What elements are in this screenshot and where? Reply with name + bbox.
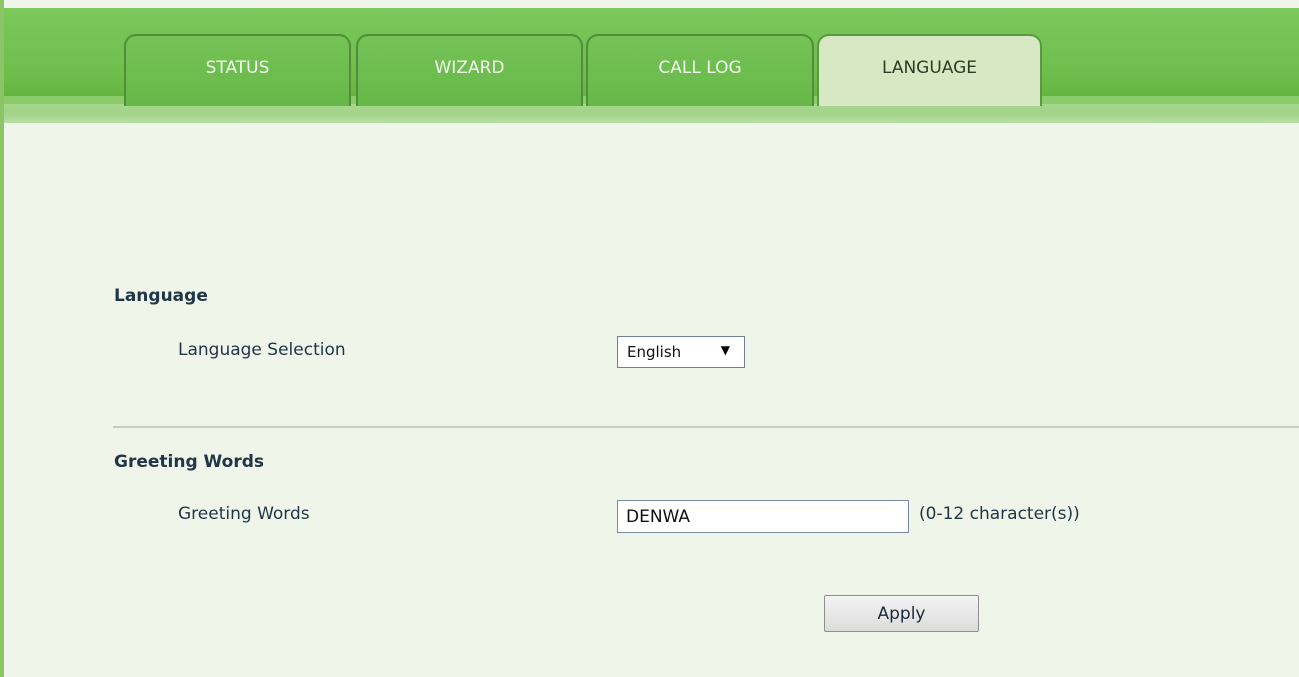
- tab-status-label: STATUS: [205, 58, 270, 78]
- language-select-value: English: [627, 343, 682, 361]
- tab-language[interactable]: LANGUAGE: [817, 34, 1042, 106]
- tab-call-log-label: CALL LOG: [658, 58, 742, 78]
- tab-status[interactable]: STATUS: [124, 34, 351, 106]
- greeting-words-hint: (0-12 character(s)): [919, 504, 1080, 524]
- tab-language-label: LANGUAGE: [881, 58, 978, 78]
- page-frame: STATUS WIZARD CALL LOG LANGUAGE Language…: [0, 0, 1299, 677]
- main-content: Language Language Selection English ▼ Gr…: [8, 123, 1299, 677]
- section-divider: [113, 426, 1299, 428]
- apply-button[interactable]: Apply: [824, 595, 979, 632]
- tab-call-log[interactable]: CALL LOG: [586, 34, 814, 106]
- tab-wizard[interactable]: WIZARD: [356, 34, 583, 106]
- language-select[interactable]: English ▼: [617, 336, 745, 368]
- greeting-section-title: Greeting Words: [114, 452, 265, 472]
- greeting-words-label: Greeting Words: [178, 504, 310, 524]
- language-selection-label: Language Selection: [178, 340, 346, 360]
- language-section-title: Language: [114, 286, 208, 306]
- triangle-down-icon: ▼: [720, 343, 730, 357]
- top-nav-bar: STATUS WIZARD CALL LOG LANGUAGE: [4, 8, 1299, 123]
- greeting-words-input[interactable]: [617, 500, 909, 533]
- tab-wizard-label: WIZARD: [434, 58, 505, 78]
